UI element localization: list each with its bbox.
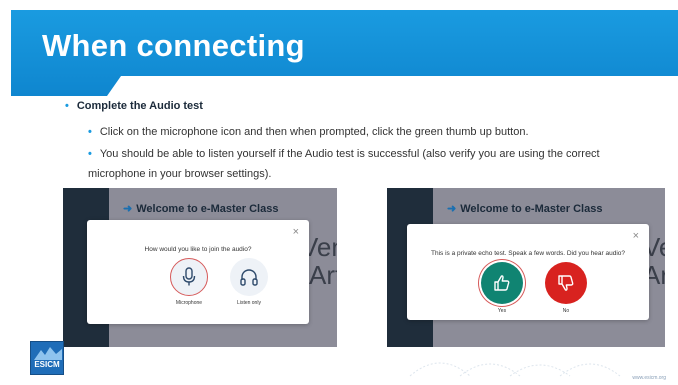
- decorative-pattern: [409, 362, 621, 377]
- yes-thumbs-up-button[interactable]: Yes: [479, 262, 525, 314]
- logo-text: ESICM: [34, 360, 60, 369]
- microphone-button[interactable]: Microphone: [169, 258, 209, 306]
- close-icon[interactable]: ×: [633, 230, 639, 242]
- yes-label: Yes: [497, 308, 507, 314]
- audio-join-dialog: × How would you like to join the audio? …: [87, 220, 309, 324]
- bullet-dot: •: [88, 148, 92, 160]
- no-label: No: [562, 308, 570, 314]
- bullet-main-text: Complete the Audio test: [76, 100, 203, 112]
- echo-test-dialog: × This is a private echo test. Speak a f…: [407, 224, 649, 320]
- mountain-logo-icon: [34, 347, 62, 360]
- arrow-right-icon: ➜: [123, 203, 133, 215]
- bullet-sub-2: • You should be able to listen yourself i…: [88, 144, 633, 184]
- headphones-icon[interactable]: [230, 258, 268, 296]
- esicm-logo: ESICM: [30, 341, 64, 375]
- welcome-header: ➜ Welcome to e-Master Class: [123, 202, 278, 215]
- bullet-main: • Complete the Audio test: [65, 100, 203, 112]
- slide-title: When connecting: [42, 28, 305, 63]
- welcome-header-text: Welcome to e-Master Class: [136, 203, 279, 215]
- bullet-dot: •: [88, 126, 92, 138]
- no-thumbs-down-button[interactable]: No: [543, 262, 589, 314]
- dialog-question: This is a private echo test. Speak a few…: [430, 250, 626, 257]
- dialog-question: How would you like to join the audio?: [144, 246, 252, 253]
- listen-only-button[interactable]: Listen only: [229, 258, 269, 306]
- footer-url: www.esicm.org: [632, 375, 666, 381]
- listen-only-label: Listen only: [237, 300, 261, 306]
- welcome-header-text: Welcome to e-Master Class: [460, 203, 603, 215]
- close-icon[interactable]: ×: [293, 226, 299, 238]
- thumbs-down-icon[interactable]: [545, 262, 587, 304]
- microphone-label: Microphone: [175, 300, 203, 306]
- bullet-sub-1: • Click on the microphone icon and then w…: [88, 122, 529, 142]
- left-screenshot: ➜Welcome to e-Master Class Ven Art × How…: [63, 188, 337, 347]
- bullet-sub-1-text: Click on the microphone icon and then wh…: [99, 126, 529, 138]
- bullet-sub-2-text: You should be able to listen yourself if…: [88, 148, 600, 180]
- background-text: Art: [309, 260, 337, 290]
- welcome-header: ➜ Welcome to e-Master Class: [447, 202, 602, 215]
- right-screenshot: ➜Welcome to e-Master Class Ven Art × Thi…: [387, 188, 665, 347]
- microphone-icon[interactable]: [170, 258, 208, 296]
- arrow-right-icon: ➜: [447, 203, 457, 215]
- bullet-dot: •: [65, 100, 69, 112]
- thumbs-up-icon[interactable]: [481, 262, 523, 304]
